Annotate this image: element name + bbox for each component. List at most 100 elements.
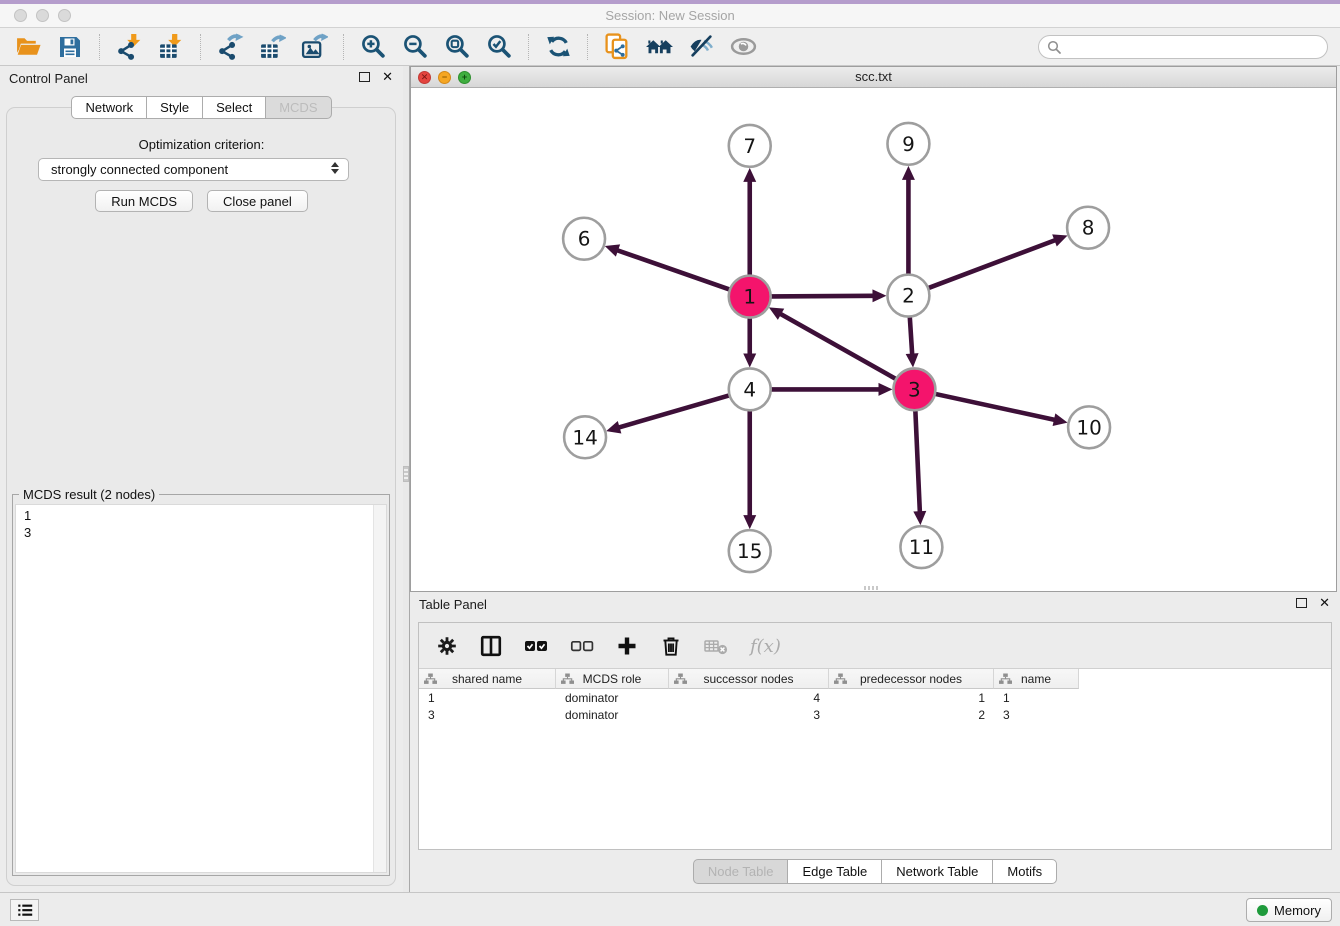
graph-edge-1-4[interactable] <box>743 319 756 368</box>
export-image-icon[interactable] <box>296 31 332 63</box>
table-panel-header: Table Panel ✕ <box>410 592 1340 618</box>
close-panel-icon[interactable]: ✕ <box>382 71 393 83</box>
tab-mcds[interactable]: MCDS <box>265 96 331 119</box>
float-table-panel-icon[interactable] <box>1296 598 1307 608</box>
table-cell[interactable]: 1 <box>419 691 556 705</box>
show-columns-icon[interactable] <box>479 634 503 658</box>
graph-edge-2-9[interactable] <box>902 166 915 274</box>
mcds-result-textarea[interactable]: 13 <box>15 504 387 873</box>
memory-button[interactable]: Memory <box>1246 898 1332 922</box>
graph-edge-3-11[interactable] <box>913 411 926 525</box>
tab-network[interactable]: Network <box>71 96 147 119</box>
network-graph[interactable]: 1 2 3 4 6 7 8 9 10 11 14 15 <box>411 88 1336 591</box>
add-row-plus-icon[interactable] <box>615 634 639 658</box>
delete-row-trash-icon[interactable] <box>659 634 683 658</box>
graph-node-9[interactable]: 9 <box>887 123 929 165</box>
graph-edge-4-15[interactable] <box>743 411 756 529</box>
tab-node-table[interactable]: Node Table <box>693 859 789 884</box>
column-header-mcds-role[interactable]: MCDS role <box>556 669 669 689</box>
column-header-predecessor-nodes[interactable]: predecessor nodes <box>829 669 994 689</box>
graph-node-7[interactable]: 7 <box>729 125 771 167</box>
column-header-shared-name[interactable]: shared name <box>419 669 556 689</box>
graph-edge-2-3[interactable] <box>906 317 919 367</box>
table-cell[interactable]: dominator <box>556 708 669 722</box>
table-cell[interactable]: 3 <box>994 708 1079 722</box>
show-graphics-details-eye-icon[interactable] <box>725 31 761 63</box>
tab-style[interactable]: Style <box>146 96 203 119</box>
graph-node-6[interactable]: 6 <box>563 218 605 260</box>
network-browser-houses-icon[interactable] <box>641 31 677 63</box>
graph-node-15[interactable]: 15 <box>729 530 771 572</box>
close-table-panel-icon[interactable]: ✕ <box>1319 597 1330 609</box>
tree-sort-icon <box>561 673 574 685</box>
save-session-icon[interactable] <box>52 31 88 63</box>
status-bar: Memory <box>0 892 1340 926</box>
zoom-selected-icon[interactable] <box>481 31 517 63</box>
table-cell[interactable]: 3 <box>419 708 556 722</box>
vertical-splitter[interactable] <box>403 66 410 892</box>
zoom-in-icon[interactable] <box>355 31 391 63</box>
apply-layout-icon[interactable] <box>540 31 576 63</box>
graph-node-label: 14 <box>572 425 597 449</box>
graph-node-3[interactable]: 3 <box>893 368 935 410</box>
run-mcds-button[interactable]: Run MCDS <box>95 190 193 212</box>
table-settings-gear-icon[interactable] <box>435 634 459 658</box>
graph-edge-1-7[interactable] <box>743 168 756 275</box>
graph-edge-4-3[interactable] <box>772 383 893 396</box>
table-cell[interactable]: 3 <box>669 708 829 722</box>
tab-motifs[interactable]: Motifs <box>992 859 1057 884</box>
function-builder-fx-icon[interactable]: f(x) <box>749 633 783 659</box>
tab-network-table[interactable]: Network Table <box>881 859 993 884</box>
deselect-all-icon[interactable] <box>569 634 595 658</box>
float-panel-icon[interactable] <box>359 72 370 82</box>
graph-node-10[interactable]: 10 <box>1068 406 1110 448</box>
graph-edge-2-8[interactable] <box>929 234 1068 287</box>
copy-network-icon[interactable] <box>599 31 635 63</box>
network-canvas[interactable]: 1 2 3 4 6 7 8 9 10 11 14 15 <box>411 88 1336 591</box>
toolbar-separator <box>99 34 100 60</box>
import-table-icon[interactable] <box>153 31 189 63</box>
graph-node-8[interactable]: 8 <box>1067 207 1109 249</box>
export-network-icon[interactable] <box>212 31 248 63</box>
zoom-fit-icon[interactable] <box>439 31 475 63</box>
search-box <box>1038 35 1328 59</box>
tab-edge-table[interactable]: Edge Table <box>787 859 882 884</box>
table-cell[interactable]: 1 <box>994 691 1079 705</box>
result-scrollbar[interactable] <box>373 505 386 872</box>
graph-node-14[interactable]: 14 <box>564 416 606 458</box>
canvas-resize-grip[interactable] <box>864 586 878 590</box>
graph-node-1[interactable]: 1 <box>729 276 771 318</box>
table-cell[interactable]: 4 <box>669 691 829 705</box>
select-all-icon[interactable] <box>523 634 549 658</box>
import-network-icon[interactable] <box>111 31 147 63</box>
column-header-name[interactable]: name <box>994 669 1079 689</box>
close-panel-button[interactable]: Close panel <box>207 190 308 212</box>
tree-sort-icon <box>424 673 437 685</box>
graph-node-4[interactable]: 4 <box>729 368 771 410</box>
criterion-dropdown[interactable]: strongly connected component <box>38 158 349 181</box>
open-session-icon[interactable] <box>10 31 46 63</box>
table-cell[interactable]: 2 <box>829 708 994 722</box>
graph-edge-1-2[interactable] <box>772 289 887 302</box>
graph-node-11[interactable]: 11 <box>900 526 942 568</box>
splitter-grip[interactable] <box>403 466 409 482</box>
table-row[interactable]: 3dominator323 <box>419 706 1331 723</box>
graph-edge-1-6[interactable] <box>605 244 729 289</box>
node-table: shared nameMCDS rolesuccessor nodesprede… <box>419 669 1331 723</box>
graph-edge-3-10[interactable] <box>936 394 1068 426</box>
graph-edge-4-14[interactable] <box>606 396 729 434</box>
delete-table-icon[interactable] <box>703 634 729 658</box>
tree-sort-icon <box>999 673 1012 685</box>
table-cell[interactable]: dominator <box>556 691 669 705</box>
table-cell[interactable]: 1 <box>829 691 994 705</box>
search-input[interactable] <box>1067 39 1319 54</box>
export-table-icon[interactable] <box>254 31 290 63</box>
zoom-out-icon[interactable] <box>397 31 433 63</box>
task-history-button[interactable] <box>10 899 39 921</box>
hide-visual-style-icon[interactable] <box>683 31 719 63</box>
graph-edge-3-1[interactable] <box>769 307 895 378</box>
tab-select[interactable]: Select <box>202 96 266 119</box>
graph-node-2[interactable]: 2 <box>887 275 929 317</box>
table-row[interactable]: 1dominator411 <box>419 689 1331 706</box>
column-header-successor-nodes[interactable]: successor nodes <box>669 669 829 689</box>
